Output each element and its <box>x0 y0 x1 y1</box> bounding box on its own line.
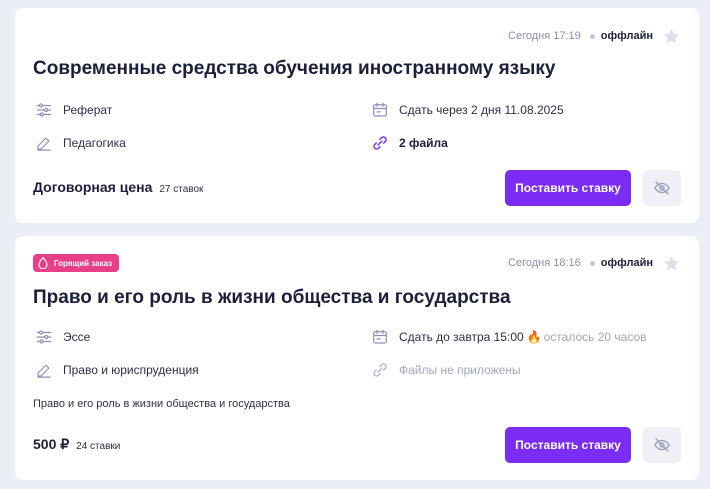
subject: Право и юриспруденция <box>63 363 199 377</box>
calendar-icon <box>369 99 391 121</box>
no-files: Файлы не приложены <box>399 363 521 377</box>
flame-drop-icon <box>38 257 48 269</box>
paperclip-icon <box>369 132 391 154</box>
price-block: 500 ₽ 24 ставки <box>33 436 120 453</box>
files-row[interactable]: 2 файла <box>369 131 448 155</box>
eye-off-icon <box>654 438 670 452</box>
subject-row: Право и юриспруденция <box>33 358 199 382</box>
files-count[interactable]: 2 файла <box>399 136 448 150</box>
order-time: Сегодня 18:16 <box>508 257 581 269</box>
pencil-icon <box>33 359 55 381</box>
time-remaining: осталось 20 часов <box>543 330 647 344</box>
star-icon[interactable] <box>661 26 681 46</box>
deadline-row: Сдать через 2 дня 11.08.2025 <box>369 98 564 122</box>
deadline: Сдать через 2 дня 11.08.2025 <box>399 103 564 117</box>
calendar-icon <box>369 326 391 348</box>
status-dot <box>589 260 595 266</box>
order-card[interactable]: Сегодня 17:19 оффлайн Современные средст… <box>15 8 699 223</box>
client-status: оффлайн <box>600 257 653 269</box>
sliders-icon <box>33 326 55 348</box>
order-time: Сегодня 17:19 <box>508 30 581 42</box>
hide-order-button[interactable] <box>643 170 681 206</box>
order-description: Право и его роль в жизни общества и госу… <box>33 398 290 410</box>
deadline-row: Сдать до завтра 15:00 🔥 осталось 20 часо… <box>369 325 647 349</box>
status-dot <box>589 33 595 39</box>
subject: Педагогика <box>63 136 126 150</box>
order-card[interactable]: Горящий заказ Сегодня 18:16 оффлайн Прав… <box>15 236 699 480</box>
star-icon[interactable] <box>661 253 681 273</box>
deadline: Сдать до завтра 15:00 <box>399 330 524 344</box>
fire-emoji-icon: 🔥 <box>526 330 542 344</box>
order-title[interactable]: Современные средства обучения иностранно… <box>33 58 555 80</box>
client-status: оффлайн <box>600 30 653 42</box>
paperclip-icon <box>369 359 391 381</box>
eye-off-icon <box>654 181 670 195</box>
work-type: Эссе <box>63 330 91 344</box>
hide-order-button[interactable] <box>643 427 681 463</box>
price: Договорная цена <box>33 179 153 195</box>
price: 500 ₽ <box>33 436 70 452</box>
hot-order-label: Горящий заказ <box>54 258 113 268</box>
place-bid-button[interactable]: Поставить ставку <box>505 170 631 206</box>
work-type-row: Реферат <box>33 98 112 122</box>
sliders-icon <box>33 99 55 121</box>
order-meta: Сегодня 17:19 оффлайн <box>508 26 681 46</box>
price-block: Договорная цена 27 ставок <box>33 179 203 195</box>
work-type: Реферат <box>63 103 113 117</box>
place-bid-button[interactable]: Поставить ставку <box>505 427 631 463</box>
hot-order-badge: Горящий заказ <box>33 254 120 272</box>
order-meta: Сегодня 18:16 оффлайн <box>508 253 681 273</box>
order-title[interactable]: Право и его роль в жизни общества и госу… <box>33 287 511 309</box>
work-type-row: Эссе <box>33 325 90 349</box>
bids-count: 27 ставок <box>159 184 204 195</box>
pencil-icon <box>33 132 55 154</box>
bids-count: 24 ставки <box>76 441 121 452</box>
subject-row: Педагогика <box>33 131 126 155</box>
files-row: Файлы не приложены <box>369 358 521 382</box>
